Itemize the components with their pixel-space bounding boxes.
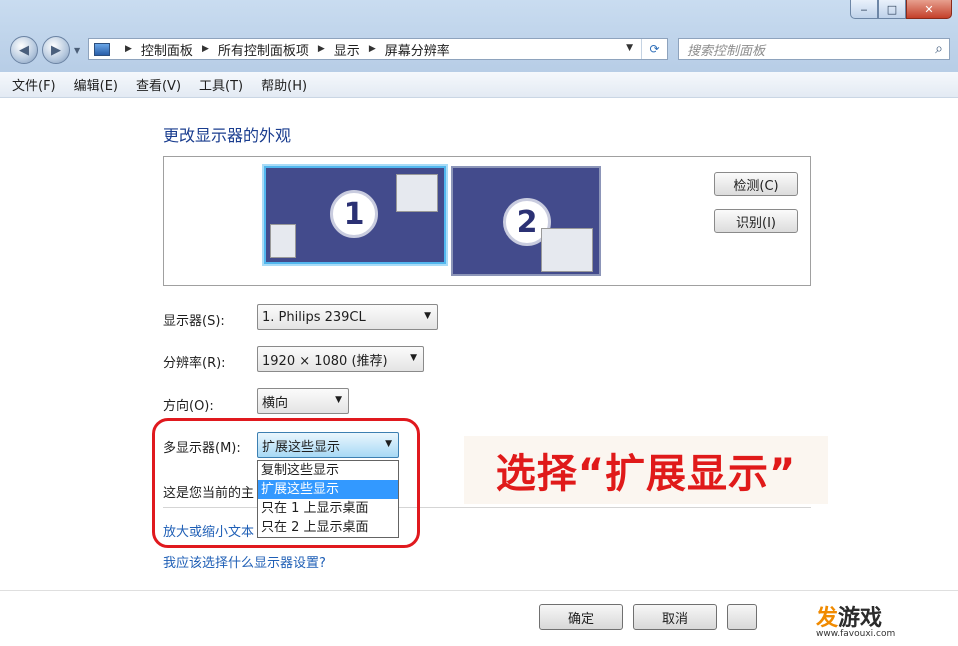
back-arrow-icon: ◀	[19, 42, 29, 58]
watermark-brand-1: 发	[816, 606, 839, 631]
page-title: 更改显示器的外观	[163, 126, 292, 145]
menu-view[interactable]: 查看(V)	[136, 75, 181, 94]
orientation-label: 方向(O):	[163, 399, 214, 414]
breadcrumb-separator-icon: ▶	[368, 44, 376, 54]
orientation-value: 横向	[262, 395, 289, 411]
ok-button[interactable]: 确定	[539, 604, 623, 630]
breadcrumb-display[interactable]: 显示	[334, 40, 360, 59]
apply-button[interactable]	[727, 604, 757, 630]
resolution-select[interactable]: 1920 × 1080 (推荐) ▼	[257, 346, 424, 372]
monitor-1-number: 1	[330, 190, 378, 238]
annotation-text: 选择“扩展显示”	[464, 436, 828, 504]
menu-file[interactable]: 文件(F)	[12, 75, 56, 94]
watermark-brand-2: 游戏	[838, 606, 883, 631]
address-bar[interactable]: ▶ 控制面板 ▶ 所有控制面板项 ▶ 显示 ▶ 屏幕分辨率 ▼ ⟳	[88, 38, 668, 60]
watermark-url: www.favouxi.com	[816, 629, 896, 639]
forward-arrow-icon: ▶	[51, 42, 61, 58]
chevron-down-icon: ▼	[410, 353, 417, 363]
display-select[interactable]: 1. Philips 239CL ▼	[257, 304, 438, 330]
window-thumbnail-icon	[270, 224, 296, 258]
footer-divider	[0, 590, 958, 591]
menu-tools[interactable]: 工具(T)	[199, 75, 243, 94]
identify-button[interactable]: 识别(I)	[714, 209, 798, 233]
highlight-annotation	[152, 418, 420, 548]
window-thumbnail-icon	[541, 228, 593, 272]
forward-button[interactable]: ▶	[42, 36, 70, 64]
resolution-label: 分辨率(R):	[163, 356, 226, 371]
breadcrumb-separator-icon: ▶	[125, 44, 132, 54]
monitor-1-tile[interactable]: 1	[264, 166, 446, 264]
search-input[interactable]: 搜索控制面板 ⌕	[678, 38, 950, 60]
breadcrumb-control-panel[interactable]: 控制面板	[141, 40, 193, 59]
breadcrumb-all-items[interactable]: 所有控制面板项	[218, 40, 309, 59]
history-dropdown-icon[interactable]: ▼	[74, 46, 80, 55]
title-bar: ‒ □ ✕	[0, 0, 958, 72]
help-link[interactable]: 我应该选择什么显示器设置?	[163, 552, 326, 571]
display-label: 显示器(S):	[163, 314, 225, 329]
monitor-arrangement: 1 2 检测(C) 识别(I)	[163, 156, 811, 286]
menu-edit[interactable]: 编辑(E)	[74, 75, 118, 94]
back-button[interactable]: ◀	[10, 36, 38, 64]
chevron-down-icon: ▼	[424, 311, 431, 321]
resolution-value: 1920 × 1080 (推荐)	[262, 353, 388, 369]
monitor-2-tile[interactable]: 2	[451, 166, 601, 276]
menu-bar: 文件(F) 编辑(E) 查看(V) 工具(T) 帮助(H)	[0, 72, 958, 98]
chevron-down-icon: ▼	[335, 395, 342, 405]
refresh-icon[interactable]: ⟳	[641, 39, 667, 59]
orientation-select[interactable]: 横向 ▼	[257, 388, 349, 414]
breadcrumb-separator-icon: ▶	[317, 44, 325, 54]
window-controls: ‒ □ ✕	[850, 0, 952, 19]
breadcrumb-resolution[interactable]: 屏幕分辨率	[385, 40, 450, 59]
cancel-button[interactable]: 取消	[633, 604, 717, 630]
window-thumbnail-icon	[396, 174, 438, 212]
search-placeholder: 搜索控制面板	[687, 43, 766, 59]
close-button[interactable]: ✕	[906, 0, 952, 19]
control-panel-icon	[94, 42, 110, 56]
minimize-button[interactable]: ‒	[850, 0, 878, 19]
detect-button[interactable]: 检测(C)	[714, 172, 798, 196]
maximize-button[interactable]: □	[878, 0, 906, 19]
address-dropdown-icon[interactable]: ▼	[626, 43, 633, 53]
search-icon[interactable]: ⌕	[935, 41, 943, 57]
watermark-logo: 发游戏 www.favouxi.com	[816, 600, 920, 640]
breadcrumb-separator-icon: ▶	[201, 44, 209, 54]
display-value: 1. Philips 239CL	[262, 309, 366, 325]
menu-help[interactable]: 帮助(H)	[261, 75, 307, 94]
